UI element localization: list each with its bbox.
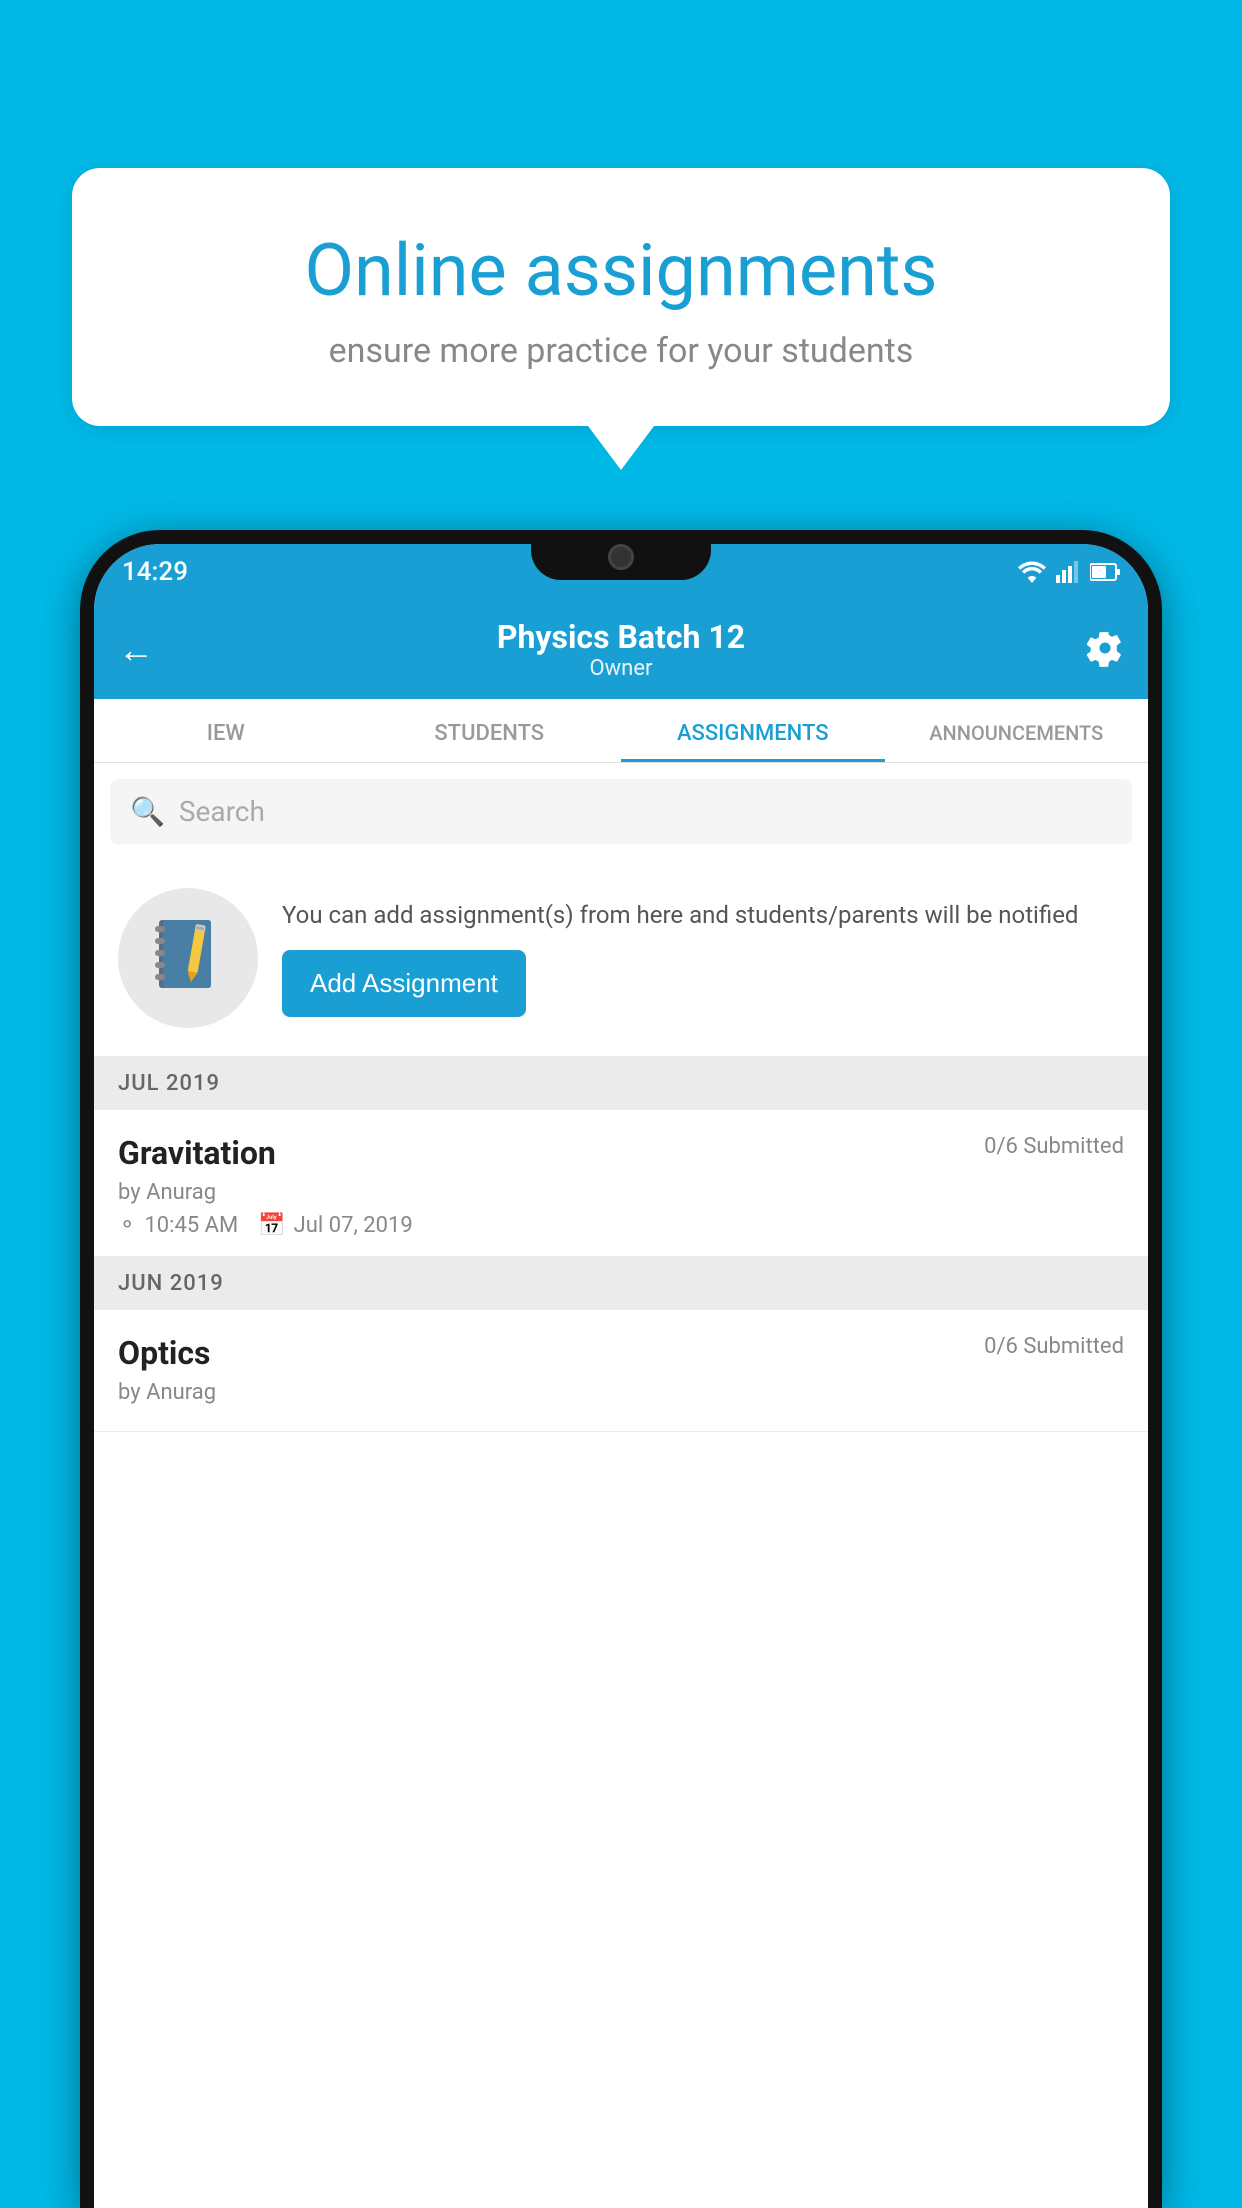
- assignment-by-optics: by Anurag: [118, 1380, 1124, 1405]
- tab-announcements[interactable]: ANNOUNCEMENTS: [885, 699, 1149, 762]
- search-container: 🔍 Search: [94, 763, 1148, 860]
- promo-text: You can add assignment(s) from here and …: [282, 899, 1124, 1018]
- assignment-meta: ⚬ 10:45 AM 📅 Jul 07, 2019: [118, 1213, 1124, 1238]
- promo-section: You can add assignment(s) from here and …: [94, 860, 1148, 1057]
- add-assignment-button[interactable]: Add Assignment: [282, 950, 526, 1017]
- section-header-jul: JUL 2019: [94, 1057, 1148, 1110]
- promo-description: You can add assignment(s) from here and …: [282, 899, 1124, 933]
- section-label-jun: JUN 2019: [118, 1271, 224, 1296]
- content-area: 🔍 Search: [94, 763, 1148, 1432]
- assignment-name-optics: Optics: [118, 1334, 210, 1372]
- search-bar[interactable]: 🔍 Search: [110, 779, 1132, 844]
- time-value: 10:45 AM: [144, 1213, 238, 1238]
- assignment-submitted: 0/6 Submitted: [984, 1134, 1124, 1159]
- search-placeholder: Search: [179, 795, 265, 828]
- phone-camera: [608, 544, 634, 570]
- assignment-time: ⚬ 10:45 AM: [118, 1213, 238, 1238]
- wifi-icon: [1018, 561, 1046, 583]
- tab-iew[interactable]: IEW: [94, 699, 358, 762]
- assignment-item-optics[interactable]: Optics 0/6 Submitted by Anurag: [94, 1310, 1148, 1432]
- phone-screen: 14:29: [94, 544, 1148, 2208]
- gear-icon: [1086, 629, 1124, 667]
- header-center: Physics Batch 12 Owner: [497, 618, 745, 681]
- promo-icon-wrap: [118, 888, 258, 1028]
- status-time: 14:29: [122, 557, 188, 587]
- assignment-top-optics: Optics 0/6 Submitted: [118, 1334, 1124, 1372]
- bubble-subtitle: ensure more practice for your students: [142, 331, 1100, 371]
- tab-students[interactable]: STUDENTS: [358, 699, 622, 762]
- phone-frame: 14:29: [80, 530, 1162, 2208]
- assignment-by: by Anurag: [118, 1180, 1124, 1205]
- app-header: ← Physics Batch 12 Owner: [94, 600, 1148, 699]
- section-label-jul: JUL 2019: [118, 1071, 220, 1096]
- speech-bubble: Online assignments ensure more practice …: [72, 168, 1170, 426]
- tab-assignments[interactable]: ASSIGNMENTS: [621, 699, 885, 762]
- tabs-bar: IEW STUDENTS ASSIGNMENTS ANNOUNCEMENTS: [94, 699, 1148, 763]
- notebook-icon: [151, 916, 226, 1001]
- back-button[interactable]: ←: [118, 629, 168, 671]
- settings-button[interactable]: [1074, 629, 1124, 671]
- signal-icon: [1056, 561, 1080, 583]
- battery-icon: [1090, 563, 1120, 581]
- bubble-title: Online assignments: [142, 228, 1100, 313]
- assignment-top: Gravitation 0/6 Submitted: [118, 1134, 1124, 1172]
- section-header-jun: JUN 2019: [94, 1257, 1148, 1310]
- header-subtitle: Owner: [497, 656, 745, 681]
- clock-icon: ⚬: [118, 1213, 136, 1238]
- date-value: Jul 07, 2019: [294, 1213, 413, 1238]
- assignment-submitted-optics: 0/6 Submitted: [984, 1334, 1124, 1359]
- assignment-name: Gravitation: [118, 1134, 276, 1172]
- assignment-date: 📅 Jul 07, 2019: [258, 1213, 412, 1238]
- search-icon: 🔍: [130, 795, 165, 828]
- assignment-item-gravitation[interactable]: Gravitation 0/6 Submitted by Anurag ⚬ 10…: [94, 1110, 1148, 1257]
- calendar-icon: 📅: [258, 1213, 285, 1238]
- status-icons: [1018, 561, 1120, 583]
- header-title: Physics Batch 12: [497, 618, 745, 656]
